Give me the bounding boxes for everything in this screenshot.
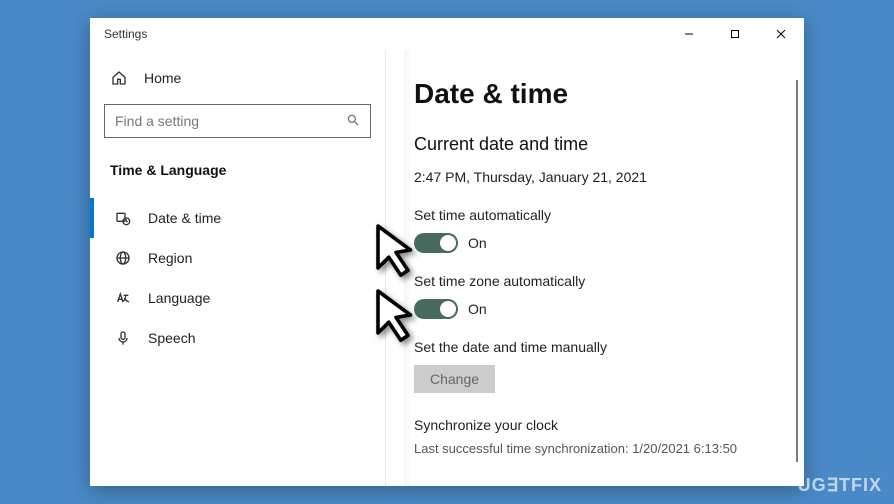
window-controls bbox=[666, 18, 804, 50]
clock-calendar-icon bbox=[114, 210, 132, 226]
nav-item-label: Date & time bbox=[148, 210, 221, 226]
nav-item-label: Speech bbox=[148, 330, 195, 346]
toggle-knob bbox=[440, 235, 456, 251]
scrollbar[interactable] bbox=[796, 80, 798, 462]
sidebar: Home Time & Language Date & time bbox=[90, 50, 385, 486]
language-icon bbox=[114, 290, 132, 306]
nav-item-label: Region bbox=[148, 250, 192, 266]
home-label: Home bbox=[144, 70, 181, 86]
toggle-knob bbox=[440, 301, 456, 317]
section-label: Time & Language bbox=[104, 156, 371, 184]
set-time-auto-state: On bbox=[468, 235, 487, 251]
search-box[interactable] bbox=[104, 104, 371, 138]
microphone-icon bbox=[114, 330, 132, 346]
change-button[interactable]: Change bbox=[414, 365, 495, 393]
set-time-auto-toggle[interactable] bbox=[414, 233, 458, 253]
settings-window: Settings Home bbox=[90, 18, 804, 486]
sync-heading: Synchronize your clock bbox=[414, 417, 786, 433]
set-tz-auto-toggle[interactable] bbox=[414, 299, 458, 319]
window-title: Settings bbox=[104, 27, 666, 41]
nav-item-speech[interactable]: Speech bbox=[104, 318, 371, 358]
globe-icon bbox=[114, 250, 132, 266]
nav-item-region[interactable]: Region bbox=[104, 238, 371, 278]
main-panel: Date & time Current date and time 2:47 P… bbox=[385, 50, 804, 486]
nav-list: Date & time Region Language bbox=[104, 198, 371, 358]
nav-item-language[interactable]: Language bbox=[104, 278, 371, 318]
home-icon bbox=[110, 70, 128, 86]
home-link[interactable]: Home bbox=[104, 62, 371, 96]
current-datetime: 2:47 PM, Thursday, January 21, 2021 bbox=[414, 169, 786, 185]
close-button[interactable] bbox=[758, 18, 804, 50]
minimize-button[interactable] bbox=[666, 18, 712, 50]
sync-info: Last successful time synchronization: 1/… bbox=[414, 441, 786, 456]
page-heading: Date & time bbox=[414, 78, 786, 110]
set-tz-auto-toggle-row: On bbox=[414, 299, 786, 319]
content-area: Home Time & Language Date & time bbox=[90, 50, 804, 486]
titlebar: Settings bbox=[90, 18, 804, 50]
nav-item-label: Language bbox=[148, 290, 210, 306]
nav-item-date-time[interactable]: Date & time bbox=[104, 198, 371, 238]
set-manual-label: Set the date and time manually bbox=[414, 339, 786, 355]
set-time-auto-toggle-row: On bbox=[414, 233, 786, 253]
search-input[interactable] bbox=[115, 113, 346, 129]
maximize-button[interactable] bbox=[712, 18, 758, 50]
subheading: Current date and time bbox=[414, 134, 786, 155]
set-time-auto-label: Set time automatically bbox=[414, 207, 786, 223]
set-tz-auto-state: On bbox=[468, 301, 487, 317]
watermark: UG∃TFIX bbox=[798, 475, 882, 496]
search-icon bbox=[346, 113, 360, 130]
set-tz-auto-label: Set time zone automatically bbox=[414, 273, 786, 289]
